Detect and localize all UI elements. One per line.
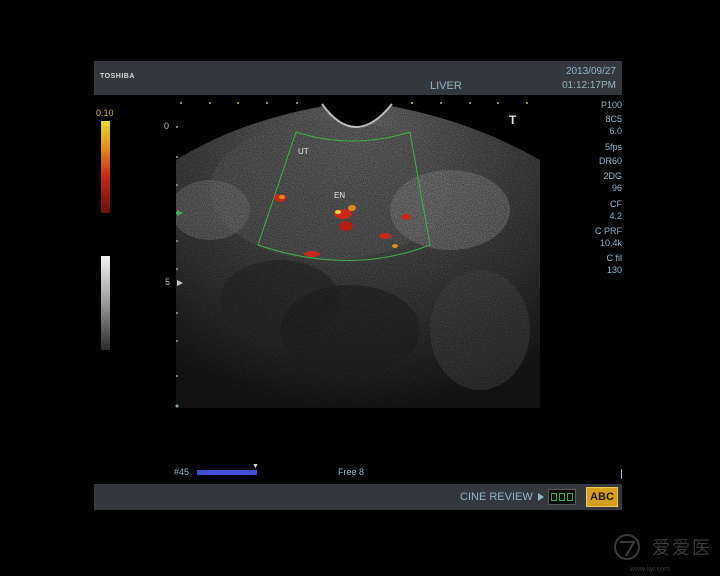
annotation-ut: UT bbox=[298, 147, 309, 156]
param-item: 6.0 bbox=[609, 126, 622, 136]
param-item: 2DG bbox=[603, 171, 622, 181]
watermark-logo-icon bbox=[614, 534, 640, 560]
cine-frame-slider[interactable] bbox=[197, 470, 257, 475]
scan-sector bbox=[176, 105, 540, 408]
param-item: C fil bbox=[606, 253, 623, 263]
lateral-scale-ticks bbox=[180, 102, 528, 104]
frame-slider-marker-icon[interactable]: ▼ bbox=[252, 463, 259, 470]
film-frame-icon bbox=[551, 493, 557, 501]
param-item: 4.2 bbox=[609, 211, 622, 221]
abc-annotation-button[interactable]: ABC bbox=[586, 487, 618, 507]
annotation-en: EN bbox=[334, 191, 346, 200]
watermark-text: 爱爱医 bbox=[652, 538, 712, 559]
watermark-site: www.iiyi.com bbox=[629, 566, 670, 573]
param-item: P100 bbox=[600, 100, 622, 110]
footer-bar: CINE REVIEW ABC bbox=[94, 484, 622, 510]
frame-number: #45 bbox=[174, 467, 190, 477]
param-item: 8C5 bbox=[605, 114, 622, 124]
param-item: C PRF bbox=[595, 226, 622, 236]
frame-bar-end-tick bbox=[621, 469, 622, 479]
film-frame-icon bbox=[559, 493, 565, 501]
param-item: 96 bbox=[611, 183, 622, 193]
depth-label-5: 5 bbox=[165, 277, 171, 287]
depth-label-0: 0 bbox=[164, 121, 170, 131]
param-item: 130 bbox=[606, 265, 622, 275]
play-icon[interactable] bbox=[538, 493, 544, 501]
param-item: 5fps bbox=[604, 142, 622, 152]
param-item: DR60 bbox=[598, 156, 622, 166]
param-item: 10.4k bbox=[599, 238, 622, 248]
film-strip-icon[interactable] bbox=[548, 489, 576, 505]
probe-orientation-marker: T bbox=[509, 113, 517, 127]
cine-review-label: CINE REVIEW bbox=[460, 491, 533, 503]
param-item: CF bbox=[610, 199, 622, 209]
film-frame-icon bbox=[567, 493, 573, 501]
free-frames-label: Free 8 bbox=[338, 467, 365, 477]
